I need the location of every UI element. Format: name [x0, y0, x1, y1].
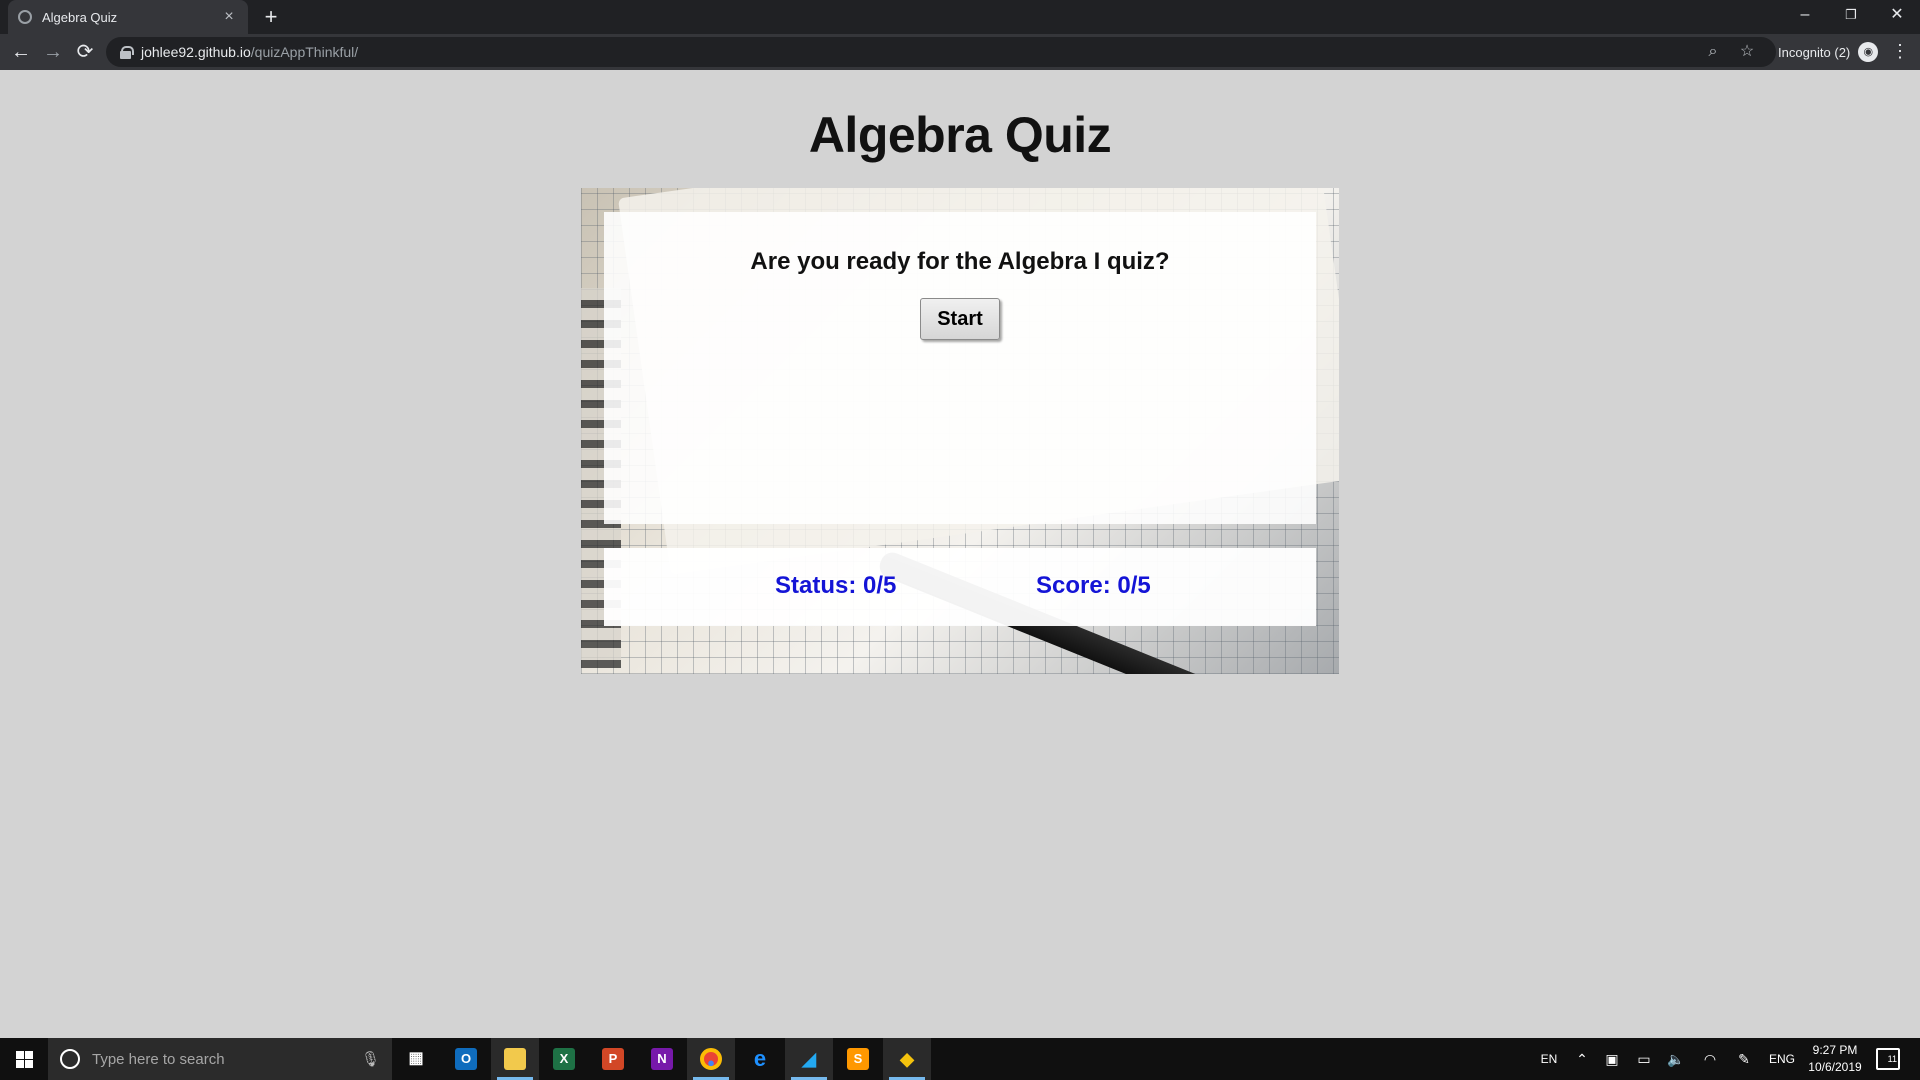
clock-time: 9:27 PM [1812, 1043, 1858, 1057]
windows-taskbar: Type here to search 🎙 ▦ O ▬ X P N ● e ◢ … [0, 1038, 1920, 1080]
forward-button[interactable]: → [40, 40, 66, 66]
sublime-icon: S [847, 1048, 869, 1070]
windows-logo-icon-part [25, 1060, 33, 1068]
minimize-button[interactable]: – [1782, 0, 1828, 30]
task-view-button[interactable]: ▦ [392, 1038, 440, 1080]
battery-icon[interactable]: ▭ [1632, 1038, 1656, 1080]
windows-logo-icon-part [25, 1051, 33, 1059]
incognito-icon: ◉ [1858, 42, 1879, 62]
chrome-icon: ● [700, 1048, 722, 1070]
windows-start-button[interactable] [0, 1038, 46, 1080]
browser-tab-strip: Algebra Quiz × + – ❐ ✕ [0, 0, 1920, 34]
onenote-icon: N [651, 1048, 673, 1070]
system-clock[interactable]: 9:27 PM 10/6/2019 [1800, 1042, 1870, 1076]
browser-menu-icon[interactable]: ⋮ [1890, 41, 1910, 62]
language-indicator[interactable]: ENG [1766, 1038, 1798, 1080]
taskbar-app-powerpoint[interactable]: P [589, 1038, 637, 1080]
security-icon[interactable]: ▣ [1600, 1038, 1624, 1080]
incognito-label: Incognito (2) [1778, 44, 1851, 60]
cortana-icon [60, 1049, 80, 1069]
tab-close-icon[interactable]: × [220, 8, 238, 26]
windows-logo-icon [16, 1051, 24, 1059]
taskbar-app-onenote[interactable]: N [638, 1038, 686, 1080]
powerpoint-icon: P [602, 1048, 624, 1070]
reload-button[interactable]: ⟳ [72, 40, 98, 66]
url-host: johlee92.github.io [141, 44, 251, 60]
restore-button[interactable]: ❐ [1828, 0, 1874, 30]
pen-icon[interactable]: ✎ [1732, 1038, 1756, 1080]
page-viewport: Algebra Quiz Are you ready for the Algeb… [0, 70, 1920, 1038]
taskbar-app-file-explorer[interactable]: ▬ [491, 1038, 539, 1080]
back-button[interactable]: ← [8, 40, 34, 66]
folder-icon: ▬ [504, 1048, 526, 1070]
url-path: /quizAppThinkful/ [250, 44, 359, 60]
outlook-icon: O [455, 1048, 477, 1070]
close-window-button[interactable]: ✕ [1874, 0, 1920, 30]
taskbar-app-sublime[interactable]: S [834, 1038, 882, 1080]
excel-icon: X [553, 1048, 575, 1070]
edge-icon: e [753, 1046, 767, 1071]
taskbar-app-outlook[interactable]: O [442, 1038, 490, 1080]
question-panel: Are you ready for the Algebra I quiz? St… [604, 212, 1316, 524]
tab-algebra-quiz[interactable]: Algebra Quiz × [8, 0, 248, 34]
input-language-indicator[interactable]: EN [1536, 1038, 1562, 1080]
git-icon: ◆ [900, 1049, 914, 1069]
taskbar-search-input[interactable]: Type here to search 🎙 [48, 1038, 392, 1080]
taskbar-app-chrome[interactable]: ● [687, 1038, 735, 1080]
notification-center-icon[interactable]: 11 [1876, 1048, 1900, 1070]
status-panel: Status: 0/5 Score: 0/5 [604, 548, 1316, 626]
score-text: Score: 0/5 [1036, 572, 1151, 599]
taskbar-app-git[interactable]: ◆ [883, 1038, 931, 1080]
tab-title: Algebra Quiz [42, 9, 118, 25]
taskbar-app-excel[interactable]: X [540, 1038, 588, 1080]
clock-date: 10/6/2019 [1808, 1060, 1862, 1074]
windows-logo-icon-part [16, 1060, 24, 1068]
question-text: Are you ready for the Algebra I quiz? [750, 248, 1170, 275]
browser-toolbar: ← → ⟳ johlee92.github.io/quizAppThinkful… [0, 34, 1920, 70]
lock-icon [120, 46, 134, 59]
address-bar[interactable]: johlee92.github.io/quizAppThinkful/ ⌕ ☆ [106, 37, 1776, 67]
star-icon[interactable]: ☆ [1736, 41, 1758, 63]
taskbar-app-vscode[interactable]: ◢ [785, 1038, 833, 1080]
quiz-container: Are you ready for the Algebra I quiz? St… [581, 188, 1339, 674]
new-tab-button[interactable]: + [258, 4, 284, 30]
globe-icon [18, 10, 32, 24]
notification-count: 11 [1887, 1054, 1897, 1064]
vscode-icon: ◢ [802, 1049, 816, 1069]
zoom-icon[interactable]: ⌕ [1702, 41, 1724, 63]
microphone-icon[interactable]: 🎙 [361, 1050, 380, 1068]
start-button[interactable]: Start [920, 298, 1000, 340]
wifi-icon[interactable]: ◠ [1698, 1038, 1722, 1080]
status-text: Status: 0/5 [775, 572, 897, 599]
chevron-up-icon[interactable]: ⌃ [1570, 1038, 1594, 1080]
search-placeholder: Type here to search [92, 1050, 225, 1068]
volume-icon[interactable]: 🔈 [1664, 1038, 1688, 1080]
incognito-indicator[interactable]: Incognito (2) ◉ [1778, 42, 1879, 62]
taskbar-app-edge[interactable]: e [736, 1038, 784, 1080]
task-view-icon: ▦ [408, 1050, 424, 1067]
page-title: Algebra Quiz [808, 107, 1112, 163]
